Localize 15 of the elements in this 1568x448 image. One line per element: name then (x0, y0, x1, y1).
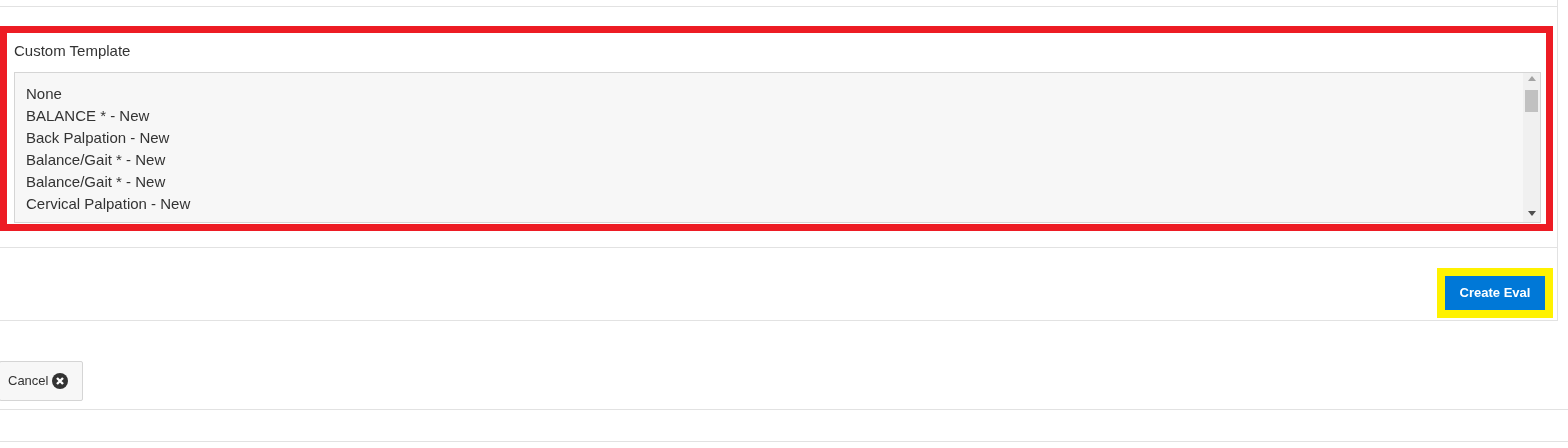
cancel-button[interactable]: Cancel (0, 361, 83, 401)
scroll-thumb[interactable] (1525, 90, 1538, 112)
list-option[interactable]: Balance/Gait * - New (26, 171, 166, 193)
create-eval-button[interactable]: Create Eval (1445, 276, 1545, 310)
close-icon (52, 373, 69, 389)
scroll-down-icon[interactable] (1527, 211, 1536, 216)
list-option[interactable]: Balance/Gait * - New (26, 149, 166, 171)
scrollbar[interactable] (1523, 73, 1540, 222)
scroll-up-icon[interactable] (1527, 76, 1536, 81)
list-option[interactable]: None (26, 83, 62, 105)
list-option[interactable]: BALANCE * - New (26, 105, 150, 127)
list-option[interactable]: Cervical Palpation - New (26, 193, 191, 215)
list-option[interactable]: Back Palpation - New (26, 127, 170, 149)
field-label: Custom Template (14, 41, 132, 61)
template-listbox[interactable]: None BALANCE * - New Back Palpation - New Balance/Gait * - New Balance/Gait * - New Cervical Palpation - New (14, 72, 1541, 223)
